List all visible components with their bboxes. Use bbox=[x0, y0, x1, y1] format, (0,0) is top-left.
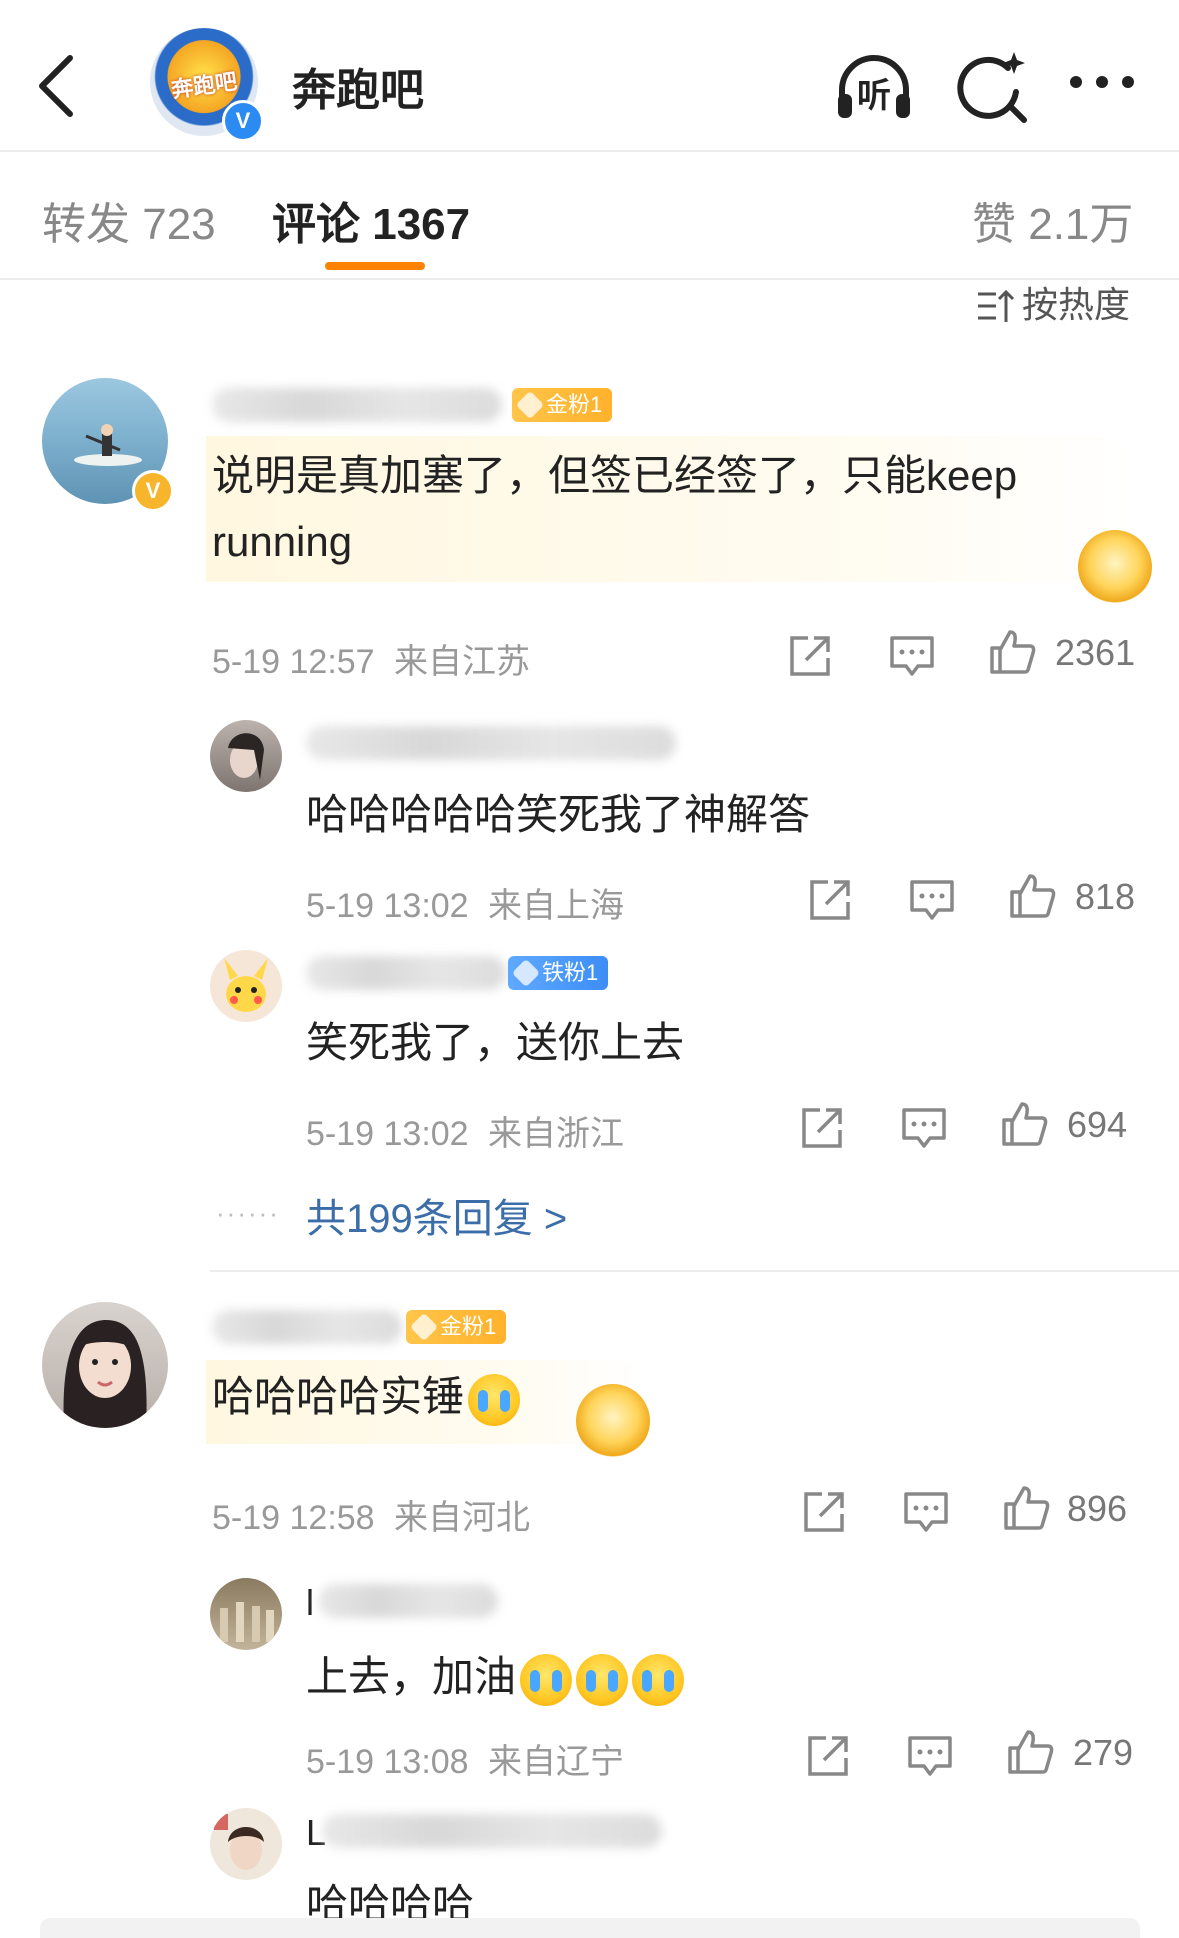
diamond-icon bbox=[511, 958, 541, 988]
replier-name[interactable] bbox=[318, 1584, 498, 1618]
bottom-input-bar-edge bbox=[40, 1918, 1140, 1938]
active-tab-indicator bbox=[325, 262, 425, 270]
like-thumb-icon[interactable] bbox=[1008, 872, 1056, 920]
sort-by-hot-button[interactable]: 按热度 bbox=[976, 276, 1130, 328]
fan-badge-label: 金粉1 bbox=[546, 392, 603, 417]
comment-text-continued: running bbox=[212, 518, 353, 565]
reply-text: 上去，加油 bbox=[306, 1644, 685, 1710]
like-thumb-icon[interactable] bbox=[1006, 1728, 1054, 1776]
commenter-avatar[interactable] bbox=[42, 1302, 168, 1428]
like-count: 896 bbox=[1067, 1488, 1128, 1529]
reply-comment-icon[interactable] bbox=[906, 1732, 954, 1780]
more-options-icon[interactable] bbox=[1060, 46, 1144, 130]
replier-avatar[interactable] bbox=[210, 720, 282, 792]
fan-badge: 金粉1 bbox=[512, 388, 613, 422]
like-count: 818 bbox=[1075, 876, 1136, 917]
diamond-icon bbox=[515, 390, 545, 420]
like-thumb-icon[interactable] bbox=[1000, 1100, 1048, 1148]
comment-text-content: 哈哈哈哈实锤 bbox=[212, 1373, 465, 1420]
tab-comments-count: 1367 bbox=[372, 200, 471, 249]
listen-label: 听 bbox=[857, 77, 891, 115]
crying-emoji-icon bbox=[468, 1373, 521, 1426]
replier-name-initial: l bbox=[306, 1582, 314, 1623]
location: 来自辽宁 bbox=[488, 1743, 625, 1781]
location: 来自河北 bbox=[394, 1499, 531, 1537]
commenter-name[interactable] bbox=[212, 1310, 402, 1344]
share-icon[interactable] bbox=[798, 1104, 846, 1152]
reply-text-content: 上去，加油 bbox=[306, 1653, 517, 1700]
crying-laughing-emoji-icon bbox=[632, 1653, 685, 1706]
comment-text: 哈哈哈哈实锤 bbox=[212, 1364, 521, 1430]
comment-meta: 5-19 12:57 来自江苏 bbox=[212, 634, 530, 683]
replier-avatar[interactable] bbox=[210, 950, 282, 1022]
timestamp: 5-19 12:57 bbox=[212, 643, 375, 681]
timestamp: 5-19 13:08 bbox=[306, 1743, 469, 1781]
fan-badge: 金粉1 bbox=[406, 1310, 507, 1344]
diamond-icon bbox=[409, 1312, 439, 1342]
sort-icon bbox=[978, 290, 1015, 323]
dotted-leader: ······ bbox=[216, 1198, 280, 1228]
share-icon[interactable] bbox=[800, 1488, 848, 1536]
like-count: 2361 bbox=[1055, 632, 1136, 673]
tab-reposts-label: 转发 bbox=[42, 200, 130, 249]
replier-name[interactable] bbox=[306, 956, 506, 990]
crying-laughing-emoji-icon bbox=[576, 1653, 629, 1706]
like-thumb-icon[interactable] bbox=[1002, 1484, 1050, 1532]
timestamp: 5-19 13:02 bbox=[306, 887, 469, 925]
medal-icon bbox=[1078, 530, 1152, 604]
replier-avatar[interactable] bbox=[210, 1578, 282, 1650]
share-icon[interactable] bbox=[806, 876, 854, 924]
reply-text: 哈哈哈哈哈笑死我了神解答 bbox=[306, 791, 811, 838]
replier-name[interactable] bbox=[322, 1814, 662, 1848]
comment-text: 说明是真加塞了，但签已经签了，只能keep bbox=[212, 452, 1018, 499]
commenter-name[interactable] bbox=[212, 388, 502, 422]
reply-text: 笑死我了，送你上去 bbox=[306, 1019, 685, 1066]
reply-comment-icon[interactable] bbox=[888, 632, 936, 680]
verified-badge-icon: V bbox=[132, 470, 174, 512]
tab-likes-label: 赞 bbox=[972, 200, 1016, 249]
reply-meta: 5-19 13:08 来自辽宁 bbox=[306, 1734, 624, 1783]
reply-comment-icon[interactable] bbox=[902, 1488, 950, 1536]
replier-name[interactable] bbox=[306, 726, 676, 760]
page-title: 奔跑吧 bbox=[292, 66, 424, 115]
like-count: 279 bbox=[1073, 1732, 1134, 1773]
medal-icon bbox=[576, 1384, 650, 1458]
location: 来自上海 bbox=[488, 887, 625, 925]
back-arrow-icon[interactable] bbox=[28, 50, 88, 120]
reply-comment-icon[interactable] bbox=[908, 876, 956, 924]
tab-reposts-count: 723 bbox=[142, 200, 216, 249]
fan-badge-label: 金粉1 bbox=[440, 1314, 497, 1339]
tab-reposts[interactable]: 转发 723 bbox=[42, 188, 216, 252]
replier-avatar[interactable] bbox=[210, 1808, 282, 1880]
sort-label: 按热度 bbox=[1022, 284, 1131, 325]
share-icon[interactable] bbox=[804, 1732, 852, 1780]
tab-likes-count: 2.1万 bbox=[1028, 200, 1134, 249]
share-icon[interactable] bbox=[786, 632, 834, 680]
tab-likes[interactable]: 赞 2.1万 bbox=[972, 188, 1133, 252]
fan-badge-label: 铁粉1 bbox=[542, 960, 599, 985]
view-all-replies-link[interactable]: 共199条回复 > bbox=[306, 1186, 567, 1244]
tab-comments-label: 评论 bbox=[272, 200, 360, 249]
timestamp: 5-19 12:58 bbox=[212, 1499, 375, 1537]
timestamp: 5-19 13:02 bbox=[306, 1115, 469, 1153]
location: 来自江苏 bbox=[394, 643, 531, 681]
fan-badge: 铁粉1 bbox=[508, 956, 609, 990]
reply-meta: 5-19 13:02 来自浙江 bbox=[306, 1106, 624, 1155]
top-nav-bar: 奔跑吧 V 奔跑吧 听 bbox=[0, 0, 1179, 152]
reply-comment-icon[interactable] bbox=[900, 1104, 948, 1152]
comment-meta: 5-19 12:58 来自河北 bbox=[212, 1490, 530, 1539]
crying-laughing-emoji-icon bbox=[520, 1653, 573, 1706]
like-thumb-icon[interactable] bbox=[988, 628, 1036, 676]
comment-divider bbox=[210, 1270, 1179, 1272]
search-icon[interactable] bbox=[950, 46, 1034, 130]
location: 来自浙江 bbox=[488, 1115, 625, 1153]
listen-headphones-icon[interactable]: 听 bbox=[832, 46, 916, 130]
verified-badge-icon: V bbox=[222, 100, 264, 142]
reply-meta: 5-19 13:02 来自上海 bbox=[306, 878, 624, 927]
tab-comments[interactable]: 评论 1367 bbox=[272, 188, 470, 252]
like-count: 694 bbox=[1067, 1104, 1128, 1145]
